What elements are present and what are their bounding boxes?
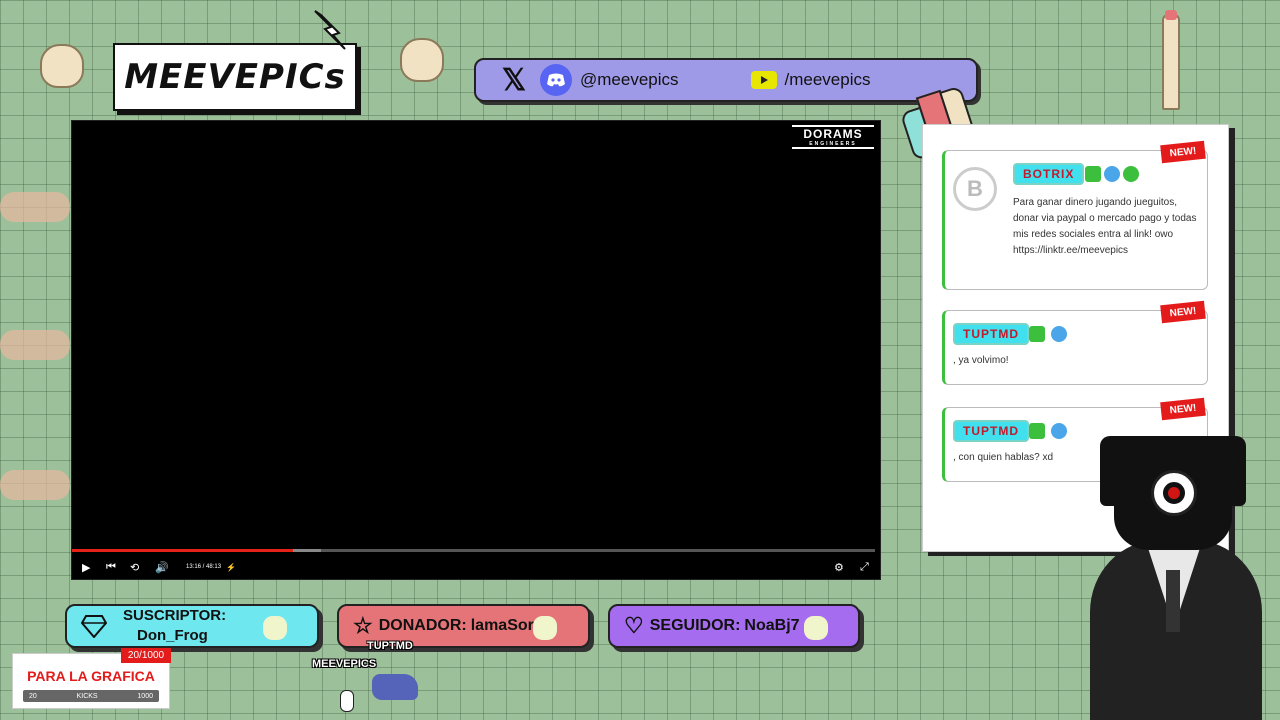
logo-text: MEEVEPICs	[124, 57, 346, 97]
discord-handle[interactable]: @meevepics	[580, 70, 679, 90]
chat-message: NEW! TUPTMD , ya volvimo!	[942, 300, 1208, 385]
kicks-goal-widget: 20/1000 PARA LA GRAFICA 20 KICKS 1000	[12, 648, 171, 709]
alert-name: NoaBj7	[744, 617, 800, 634]
sub-badge-icon	[1029, 326, 1045, 342]
chat-text: , con quien hablas? xd	[953, 452, 1054, 463]
goal-unit: KICKS	[76, 692, 98, 700]
player-controls: ▶ ⏮ ⟲ 🔊 13:16 / 48:13 ⚡ ⚙ ⤢	[72, 557, 880, 577]
star-icon: ☆	[353, 613, 373, 638]
pill-icon	[533, 616, 557, 640]
chat-text: Para ganar dinero jugando jueguitos, don…	[1013, 197, 1197, 256]
previous-icon[interactable]: ⏮	[106, 561, 116, 574]
sprite-character	[372, 674, 418, 700]
player-watermark: DORAMS ENGINEERS	[792, 125, 874, 149]
fist-decoration-right	[400, 38, 444, 82]
volume-icon[interactable]: 🔊	[155, 561, 169, 574]
sprite-label: TUPTMD	[367, 640, 413, 652]
alert-name: lamaSor	[470, 617, 534, 634]
diamond-icon	[81, 615, 107, 638]
pill-icon	[263, 616, 287, 640]
alert-label: DONADOR:	[378, 617, 467, 634]
verified-badge-icon	[1051, 326, 1067, 342]
alert-name: Don_Frog	[137, 627, 208, 644]
lightning-bolt-icon	[314, 10, 346, 50]
chat-text: , ya volvimo!	[953, 355, 1009, 366]
subscriber-alert: SUSCRIPTOR: Don_Frog	[65, 604, 319, 648]
progress-fill	[72, 549, 293, 552]
new-badge: NEW!	[1160, 397, 1206, 421]
alert-label: SUSCRIPTOR:	[123, 607, 227, 624]
side-ornament	[0, 330, 70, 360]
new-badge: NEW!	[1160, 140, 1206, 164]
fullscreen-icon[interactable]: ⤢	[860, 561, 869, 574]
x-icon[interactable]: 𝕏	[496, 63, 532, 98]
loop-icon[interactable]: ⟲	[130, 561, 139, 574]
follower-alert: ♡ SEGUIDOR: NoaBj7	[608, 604, 860, 648]
goal-count: 20/1000	[121, 648, 171, 663]
heart-icon: ♡	[624, 613, 644, 638]
sprite-label: MEEVEPICS	[312, 658, 377, 670]
verified-badge-icon	[1051, 423, 1067, 439]
side-ornament	[0, 470, 70, 500]
sprite-character	[340, 690, 354, 712]
mascot-pupil	[1163, 482, 1185, 504]
settings-icon[interactable]: ⚙	[834, 561, 844, 574]
pill-icon	[804, 616, 828, 640]
moderator-badge-icon	[1123, 166, 1139, 182]
pencil-tip	[1165, 10, 1177, 20]
fist-decoration-left	[40, 44, 84, 88]
goal-progress-bar: 20 KICKS 1000	[23, 690, 159, 702]
discord-icon[interactable]	[540, 64, 572, 96]
verified-badge-icon	[1104, 166, 1120, 182]
sub-badge-icon	[1085, 166, 1101, 182]
goal-max: 1000	[137, 692, 153, 700]
goal-min: 20	[29, 692, 37, 700]
side-ornament	[0, 192, 70, 222]
youtube-handle[interactable]: /meevepics	[785, 70, 871, 90]
play-icon[interactable]: ▶	[82, 561, 90, 574]
goal-title: PARA LA GRAFICA	[27, 668, 155, 684]
pencil-decoration	[1162, 14, 1180, 110]
avatar: B	[953, 167, 997, 211]
new-badge: NEW!	[1160, 300, 1206, 324]
time-display: 13:16 / 48:13	[186, 564, 222, 570]
progress-bar[interactable]	[72, 549, 875, 552]
video-player[interactable]: DORAMS ENGINEERS ▶ ⏮ ⟲ 🔊 13:16 / 48:13 ⚡…	[71, 120, 881, 580]
mascot-tie	[1166, 570, 1180, 632]
chat-username: TUPTMD	[953, 323, 1029, 345]
chat-username: BOTRIX	[1013, 163, 1085, 185]
youtube-icon[interactable]	[750, 71, 777, 89]
sub-badge-icon	[1029, 423, 1045, 439]
speed-icon[interactable]: ⚡	[226, 563, 236, 572]
chat-message: NEW! B BOTRIX Para ganar dinero jugando …	[942, 140, 1208, 290]
channel-logo: MEEVEPICs	[113, 10, 357, 111]
chat-username: TUPTMD	[953, 420, 1029, 442]
alert-label: SEGUIDOR:	[649, 617, 741, 634]
